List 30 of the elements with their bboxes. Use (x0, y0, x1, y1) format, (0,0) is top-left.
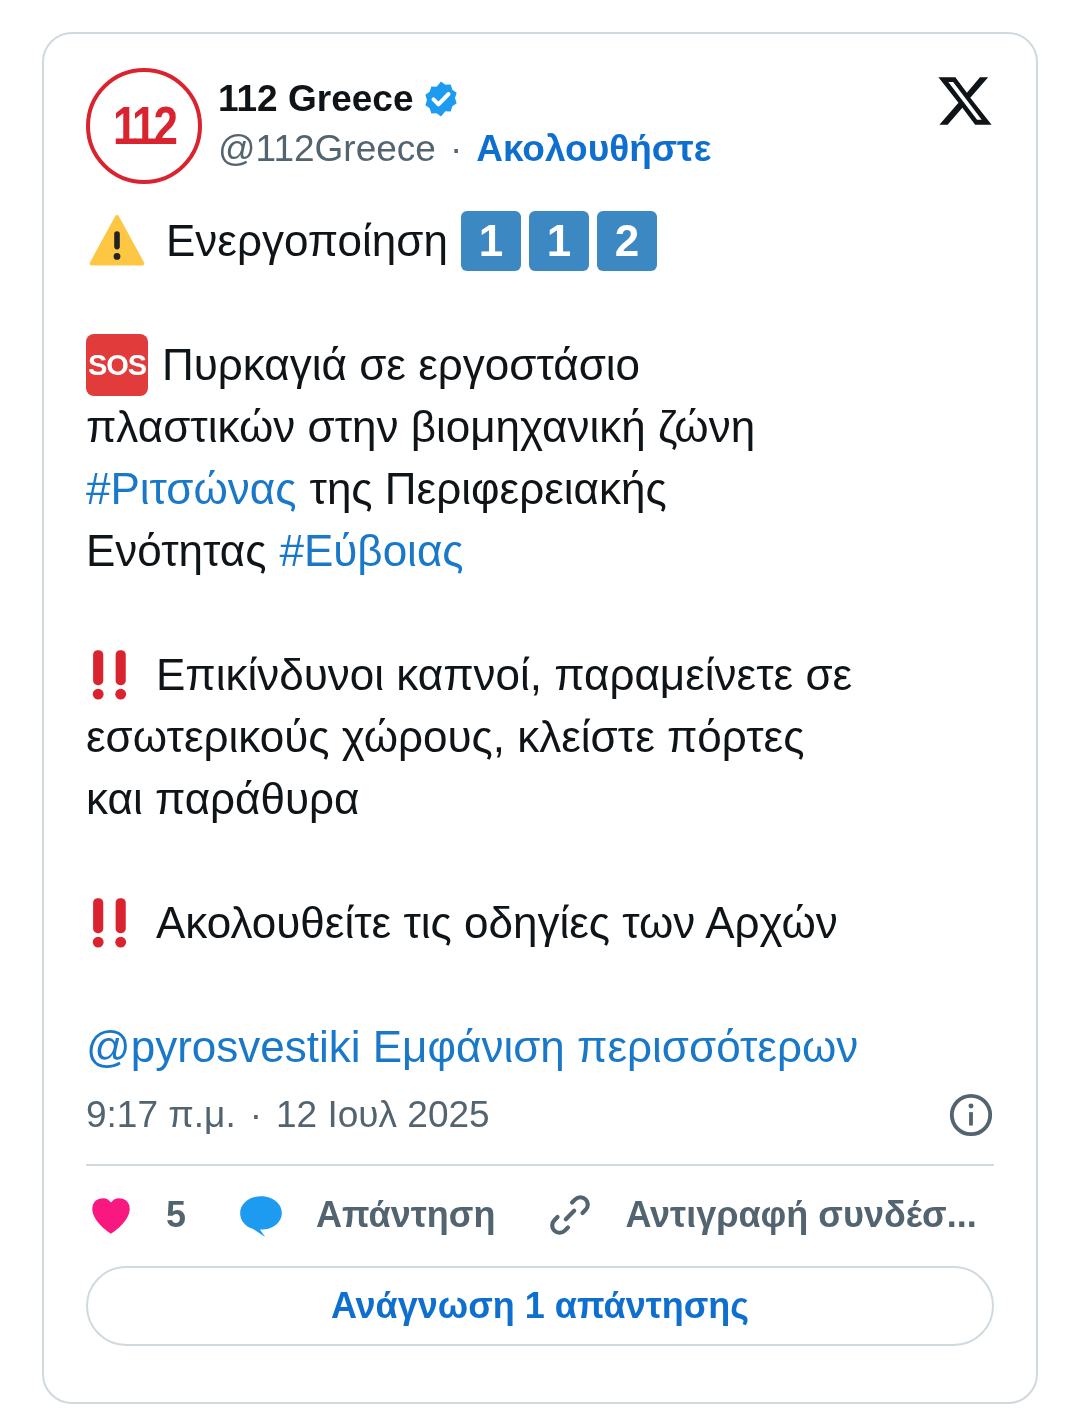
post-date[interactable]: 12 Ιουλ 2025 (276, 1094, 490, 1136)
info-icon[interactable] (948, 1092, 994, 1138)
action-label[interactable]: Αντιγραφή συνδέσ... (625, 1194, 977, 1236)
tweet-text: Πυρκαγιά σε εργοστάσιο (162, 339, 641, 391)
separator: · (449, 128, 463, 170)
avatar-logo[interactable]: 112 (86, 68, 202, 184)
tweet-text: Ενότητας (86, 525, 267, 577)
tweet-text: Επικίνδυνοι καπνοί, παραμείνετε σε (156, 649, 853, 701)
tweet-text: και παράθυρα (86, 773, 360, 825)
show-more-link[interactable]: Εμφάνιση περισσότερων (372, 1022, 859, 1071)
hashtag-link[interactable]: #Ριτσώνας (86, 458, 297, 520)
tweet-text: εσωτερικούς χώρους, κλείστε πόρτες (86, 711, 805, 763)
author-name[interactable]: 112 Greece (218, 78, 414, 120)
keycap-digit: 2 (596, 211, 657, 271)
tweet-text: Ακολουθείτε τις οδηγίες των Αρχών (156, 897, 838, 949)
mention-link[interactable]: @pyrosvestiki (86, 1022, 361, 1071)
hashtag-link[interactable]: #Εύβοιας (279, 520, 464, 582)
tweet-text: πλαστικών στην βιομηχανική ζώνη (86, 401, 756, 453)
keycap-digit: 1 (460, 211, 521, 271)
action-label[interactable]: Απάντηση (316, 1194, 496, 1236)
keycap-digit: 1 (528, 211, 589, 271)
action-label[interactable]: 5 (166, 1194, 187, 1236)
author-handle[interactable]: @112Greece (218, 128, 436, 170)
follow-link[interactable]: Ακολουθήστε (476, 128, 712, 170)
tweet-text: Ενεργοποίηση (166, 215, 448, 267)
read-replies-button[interactable]: Ανάγνωση 1 απάντησης (86, 1266, 994, 1346)
post-time[interactable]: 9:17 π.μ. (86, 1094, 236, 1136)
sos-icon: SOS (86, 334, 148, 396)
separator: · (249, 1094, 263, 1136)
tweet-text: της Περιφερειακής (309, 463, 667, 515)
